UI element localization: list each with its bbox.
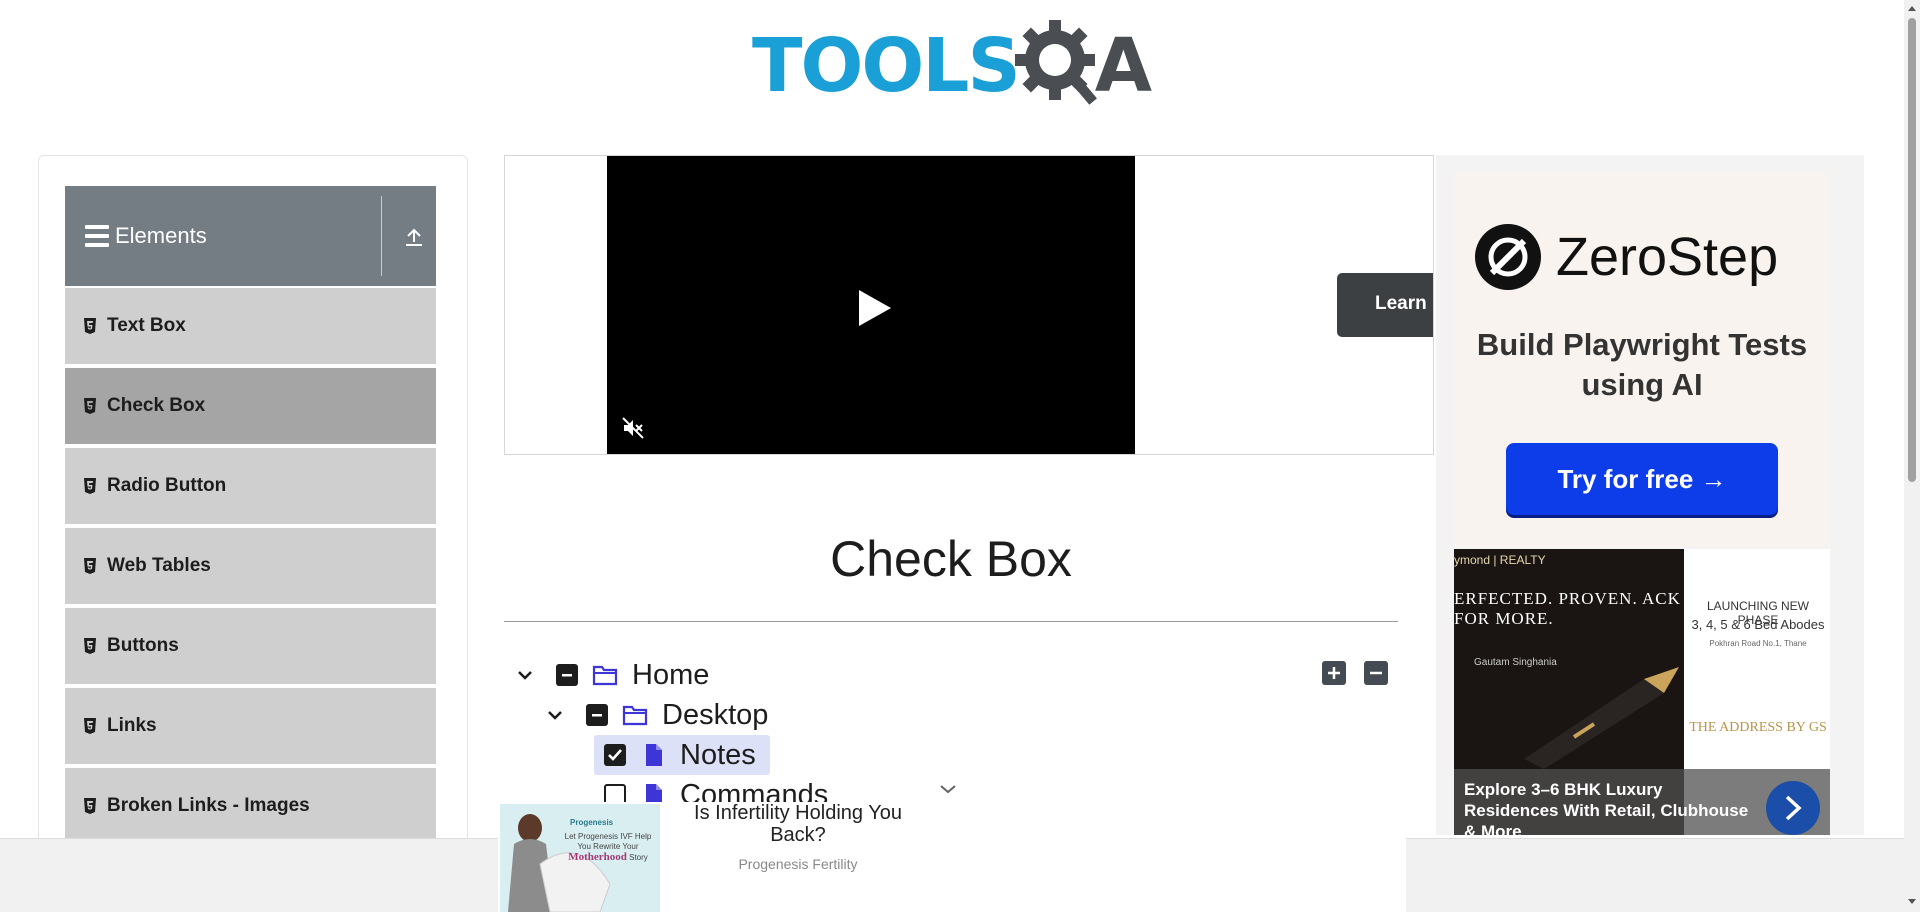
chevron-right-icon — [1785, 795, 1802, 821]
zerostep-logo: ZeroStep — [1474, 223, 1778, 291]
group-title: Elements — [115, 223, 207, 248]
sidebar-item-label: Broken Links - Images — [107, 795, 310, 816]
tree-node-home[interactable]: Home — [516, 657, 709, 693]
hamburger-icon — [85, 225, 109, 247]
scroll-thumb[interactable] — [1908, 18, 1916, 482]
checkbox-partial[interactable] — [586, 704, 608, 726]
zerostep-headline: Build Playwright Tests using AI — [1476, 327, 1808, 402]
thumb-mother: Motherhood — [568, 851, 627, 863]
checkbox-partial[interactable] — [556, 664, 578, 686]
video-player[interactable] — [607, 156, 1135, 454]
sidebar-item-broken-links[interactable]: Broken Links - Images — [65, 768, 436, 846]
try-for-free-button[interactable]: Try for free → — [1506, 443, 1778, 515]
header-divider — [381, 196, 382, 276]
title-divider — [504, 621, 1398, 622]
html5-icon — [84, 798, 96, 814]
zerostep-brand: ZeroStep — [1556, 227, 1779, 287]
sidebar-item-web-tables[interactable]: Web Tables — [65, 528, 436, 606]
logo-text-a: A — [1094, 23, 1152, 109]
next-arrow-button[interactable] — [1766, 781, 1820, 835]
video-ad: Learn m — [504, 155, 1434, 455]
right-ad: ZeroStep Build Playwright Tests using AI… — [1436, 155, 1864, 835]
sidebar-item-label: Radio Button — [107, 475, 227, 496]
realestate-address: THE ADDRESS BY GS — [1689, 720, 1827, 735]
realestate-ad[interactable]: ymond | REALTY ERFECTED. PROVEN. ACK FOR… — [1454, 549, 1830, 835]
thumb-text: Let Progenesis IVF Help You Rewrite Your… — [560, 832, 656, 863]
bottom-ad[interactable]: Progenesis Let Progenesis IVF Help You R… — [498, 802, 1406, 912]
bottom-ad-source: Progenesis Fertility — [738, 856, 858, 872]
thumb-line2: Story — [629, 853, 648, 862]
fountain-pen-image — [1524, 667, 1679, 769]
sidebar-item-label: Links — [107, 715, 157, 736]
bottom-ad-image: Progenesis Let Progenesis IVF Help You R… — [500, 804, 660, 912]
realestate-brand: ymond | REALTY — [1454, 553, 1546, 567]
html5-icon — [84, 478, 96, 494]
chevron-down-icon[interactable] — [938, 782, 958, 796]
chevron-down-icon[interactable] — [516, 666, 534, 684]
zerostep-logo-icon — [1475, 224, 1541, 290]
sidebar-item-label: Check Box — [107, 395, 206, 416]
bottom-ad-title[interactable]: Is Infertility Holding You Back? — [666, 802, 930, 846]
html5-icon — [84, 638, 96, 654]
scroll-down-arrow-icon[interactable] — [1908, 898, 1916, 906]
html5-icon — [84, 558, 96, 574]
play-icon[interactable] — [857, 288, 893, 328]
logo-text-tools: TOOLS — [752, 23, 1021, 109]
vertical-scrollbar[interactable] — [1904, 0, 1920, 912]
realestate-location: Pokhran Road No.1, Thane — [1709, 639, 1807, 648]
expand-all-button[interactable] — [1322, 661, 1346, 685]
checkbox-checked[interactable] — [604, 744, 626, 766]
html5-icon — [84, 718, 96, 734]
tree-node-label: Desktop — [662, 698, 769, 731]
collapse-all-button[interactable] — [1364, 661, 1388, 685]
zerostep-ad[interactable]: ZeroStep Build Playwright Tests using AI… — [1454, 173, 1830, 547]
sidebar-item-text-box[interactable]: Text Box — [65, 288, 436, 366]
file-icon — [646, 744, 662, 766]
sidebar-item-label: Web Tables — [107, 555, 211, 576]
collapse-upload-icon[interactable] — [403, 226, 425, 248]
html5-icon — [84, 398, 96, 414]
html5-icon — [84, 318, 96, 334]
thumb-line1: Let Progenesis IVF Help You Rewrite Your — [564, 832, 652, 851]
gear-magnifier-icon — [1014, 20, 1097, 105]
tree-node-label: Notes — [680, 738, 756, 771]
plus-icon — [1328, 667, 1340, 679]
thumb-brand: Progenesis — [570, 818, 614, 827]
chevron-down-icon[interactable] — [546, 706, 564, 724]
sidebar-item-check-box[interactable]: Check Box — [65, 368, 436, 446]
realestate-beds: 3, 4, 5 & 6 Bed Abodes — [1691, 617, 1825, 632]
tree-node-desktop[interactable]: Desktop — [546, 697, 768, 733]
elements-group-header[interactable]: Elements — [65, 186, 436, 286]
sidebar-item-buttons[interactable]: Buttons — [65, 608, 436, 686]
tree-node-label: Home — [632, 658, 710, 691]
sidebar-item-label: Text Box — [107, 315, 186, 336]
tree-node-notes[interactable]: Notes — [604, 737, 756, 773]
scroll-up-arrow-icon[interactable] — [1908, 4, 1916, 12]
sidebar-item-radio-button[interactable]: Radio Button — [65, 448, 436, 526]
page-title: Check Box — [830, 531, 1072, 587]
realestate-tagline: ERFECTED. PROVEN. ACK FOR MORE. — [1454, 589, 1681, 628]
muted-speaker-icon[interactable] — [621, 416, 645, 440]
sidebar-item-links[interactable]: Links — [65, 688, 436, 766]
learn-more-button[interactable]: Learn m — [1337, 273, 1433, 337]
toolsqa-logo[interactable]: TOOLS A — [752, 18, 1152, 114]
minus-icon — [1370, 671, 1382, 675]
folder-icon — [622, 705, 648, 726]
folder-icon — [592, 665, 618, 686]
sidebar-item-label: Buttons — [107, 635, 179, 656]
